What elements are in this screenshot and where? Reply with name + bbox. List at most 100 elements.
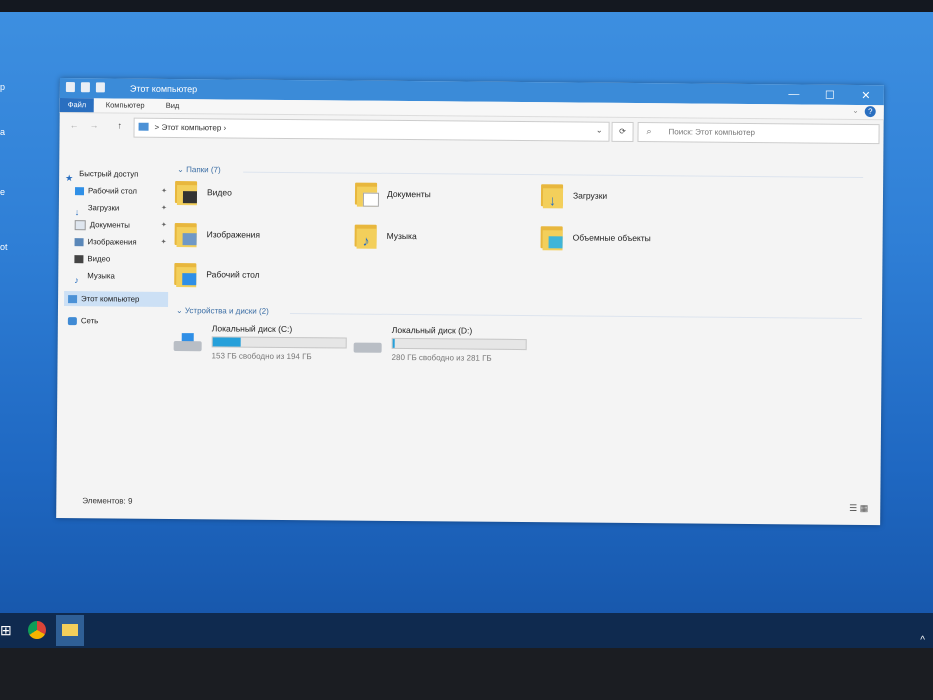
drive-usage-bar xyxy=(391,337,527,351)
folder-pictures[interactable]: Изображения xyxy=(174,221,261,248)
devices-group-header[interactable]: ⌄ Устройства и диски (2) xyxy=(176,306,269,316)
folders-group-header[interactable]: ⌄ Папки (7) xyxy=(177,165,221,174)
sidebar-item-network[interactable]: Сеть xyxy=(67,313,164,330)
forward-button[interactable]: → xyxy=(90,120,99,130)
window-title: Этот компьютер xyxy=(129,83,198,95)
pin-icon[interactable]: ✦ xyxy=(161,235,167,251)
drive-name: Локальный диск (D:) xyxy=(391,324,473,336)
drive-free-space: 153 ГБ свободно из 194 ГБ xyxy=(211,351,312,362)
pin-icon[interactable]: ✦ xyxy=(161,218,167,234)
sidebar-item-label: Рабочий стол xyxy=(87,186,138,196)
address-bar[interactable]: > Этот компьютер › ⌄ xyxy=(133,117,610,142)
music-folder-icon: ♪ xyxy=(354,223,379,249)
drive-d[interactable]: Локальный диск (D:) 280 ГБ свободно из 2… xyxy=(353,324,527,364)
folder-label: Изображения xyxy=(206,229,261,240)
sidebar-item-label: Быстрый доступ xyxy=(79,169,139,179)
desktop: р а е ot Этот компьютер — ☐ ✕ Файл Компь… xyxy=(0,12,933,662)
download-icon: ↓ xyxy=(74,207,80,218)
desktop-folder-icon xyxy=(174,261,198,288)
pin-icon[interactable]: ✦ xyxy=(161,184,167,200)
sidebar-item-label: Музыка xyxy=(87,271,115,281)
maximize-button[interactable]: ☐ xyxy=(812,85,848,105)
folder-downloads[interactable]: ↓ Загрузки xyxy=(540,182,608,209)
file-explorer-window[interactable]: Этот компьютер — ☐ ✕ Файл Компьютер Вид … xyxy=(56,78,884,526)
drive-usage-bar xyxy=(211,336,347,349)
document-icon xyxy=(74,220,86,231)
folder-label: Загрузки xyxy=(572,190,608,201)
expand-ribbon-icon[interactable]: ⌄ xyxy=(852,106,858,117)
folder-desktop[interactable]: Рабочий стол xyxy=(174,261,260,288)
sidebar-item-downloads[interactable]: ↓ Загрузки ✦ xyxy=(75,200,171,217)
music-icon: ♪ xyxy=(74,275,79,286)
address-current[interactable]: Этот компьютер xyxy=(161,123,221,133)
taskbar: ⊞ xyxy=(0,613,933,648)
group-divider xyxy=(289,313,862,320)
group-label: Папки (7) xyxy=(186,165,221,175)
search-box[interactable]: ⌕ Поиск: Этот компьютер xyxy=(637,122,880,145)
sidebar-item-label: Этот компьютер xyxy=(81,294,140,304)
new-folder-icon[interactable] xyxy=(95,82,105,93)
windows-start-icon[interactable]: ⊞ xyxy=(0,622,12,639)
details-view-icon[interactable]: ☰ xyxy=(849,503,857,513)
sidebar-item-label: Сеть xyxy=(80,316,99,326)
view-toggles: ☰ ▦ xyxy=(849,503,868,514)
navigation-pane: ★ Быстрый доступ Рабочий стол ✦ ↓ Загруз… xyxy=(56,160,169,501)
sidebar-item-videos[interactable]: Видео xyxy=(74,251,170,268)
chevron-down-icon[interactable]: ⌄ xyxy=(596,126,603,135)
drive-free-space: 280 ГБ свободно из 281 ГБ xyxy=(391,352,492,363)
collapse-icon[interactable]: ⌄ xyxy=(176,306,183,315)
pictures-icon xyxy=(74,238,84,247)
sidebar-item-documents[interactable]: Документы ✦ xyxy=(74,217,171,234)
documents-folder-icon xyxy=(354,181,380,207)
chrome-icon[interactable] xyxy=(28,621,46,639)
group-label: Устройства и диски (2) xyxy=(184,306,269,316)
pin-icon[interactable]: ✦ xyxy=(161,201,167,217)
properties-icon[interactable] xyxy=(80,82,90,93)
refresh-button[interactable]: ⟳ xyxy=(611,121,634,143)
sidebar-item-label: Загрузки xyxy=(87,203,120,213)
sidebar-item-pictures[interactable]: Изображения ✦ xyxy=(74,234,170,251)
collapse-icon[interactable]: ⌄ xyxy=(177,165,184,174)
tab-file[interactable]: Файл xyxy=(59,97,95,113)
folder-videos[interactable]: Видео xyxy=(174,179,232,206)
drive-c[interactable]: Локальный диск (C:) 153 ГБ свободно из 1… xyxy=(173,323,347,362)
tray-chevron-icon[interactable]: ^ xyxy=(920,635,925,646)
minimize-button[interactable]: — xyxy=(776,84,812,104)
network-icon xyxy=(67,317,77,326)
address-separator: > xyxy=(154,122,160,132)
back-button[interactable]: ← xyxy=(70,120,79,130)
sidebar-item-label: Документы xyxy=(89,220,130,230)
status-bar: Элементов: 9 xyxy=(82,496,133,506)
search-icon: ⌕ xyxy=(646,126,652,137)
help-icon[interactable]: ? xyxy=(864,106,876,118)
folder-music[interactable]: ♪ Музыка xyxy=(354,223,417,250)
up-button[interactable]: ↑ xyxy=(118,121,123,131)
sidebar-item-music[interactable]: ♪ Музыка xyxy=(74,268,170,285)
drive-usage-fill xyxy=(392,338,395,348)
folder-label: Видео xyxy=(206,187,232,198)
computer-icon xyxy=(68,295,78,304)
drive-name: Локальный диск (C:) xyxy=(211,323,293,335)
computer-icon xyxy=(138,122,149,131)
folder-documents[interactable]: Документы xyxy=(354,181,431,208)
sidebar-item-this-pc[interactable]: Этот компьютер xyxy=(68,291,164,308)
desktop-icon xyxy=(74,187,85,196)
folder-3d-objects[interactable]: Объемные объекты xyxy=(540,224,651,251)
monitor-bezel-bottom xyxy=(0,648,933,700)
file-explorer-taskbar-icon[interactable] xyxy=(56,615,84,646)
downloads-folder-icon: ↓ xyxy=(540,182,565,209)
undo-icon[interactable] xyxy=(65,82,75,93)
tab-view[interactable]: Вид xyxy=(158,99,188,113)
tab-computer[interactable]: Компьютер xyxy=(98,98,153,112)
tiles-view-icon[interactable]: ▦ xyxy=(860,503,869,513)
quick-access-toolbar[interactable] xyxy=(65,82,105,93)
sidebar-item-desktop[interactable]: Рабочий стол ✦ xyxy=(74,183,171,200)
folder-label: Документы xyxy=(386,188,431,200)
windows-drive-icon xyxy=(173,333,204,353)
video-icon xyxy=(74,255,84,264)
sidebar-item-quick-access[interactable]: ★ Быстрый доступ xyxy=(65,166,161,183)
window-controls: — ☐ ✕ xyxy=(776,84,884,105)
sidebar-item-label: Изображения xyxy=(87,237,137,247)
address-chevron-icon[interactable]: › xyxy=(224,123,227,132)
close-button[interactable]: ✕ xyxy=(848,85,884,105)
